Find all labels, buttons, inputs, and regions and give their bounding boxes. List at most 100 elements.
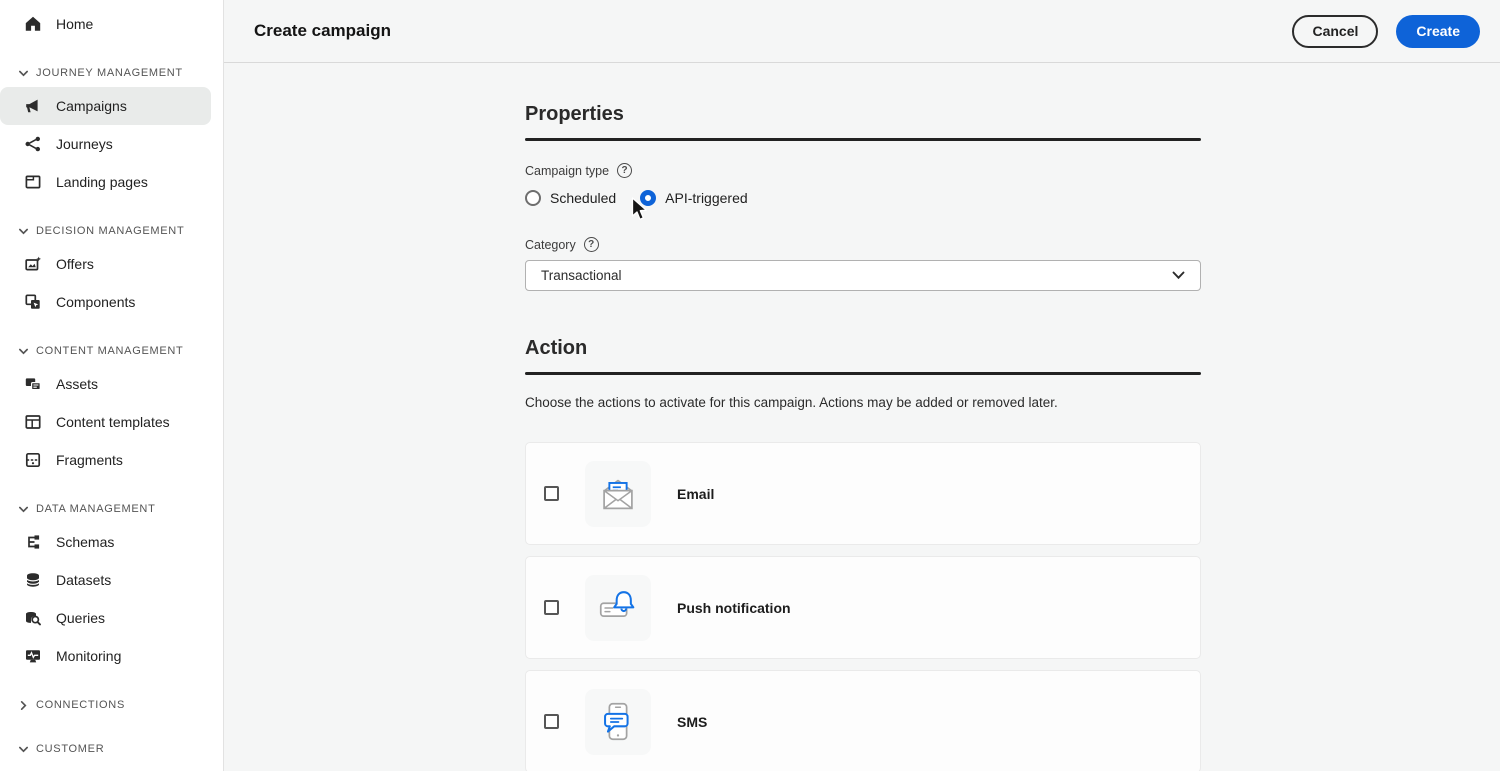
create-button[interactable]: Create — [1396, 15, 1480, 48]
sidebar-item-fragments[interactable]: Fragments — [0, 441, 211, 479]
chevron-right-icon — [17, 699, 29, 711]
sms-checkbox[interactable] — [544, 714, 559, 729]
sidebar-item-label: Content templates — [56, 414, 170, 430]
category-label-row: Category ? — [525, 237, 1201, 252]
sms-icon-tile — [585, 689, 651, 755]
chevron-down-icon — [17, 503, 29, 515]
radio-api-triggered-label[interactable]: API-triggered — [665, 190, 747, 206]
sidebar-item-label: Components — [56, 294, 135, 310]
sidebar-section-data-management[interactable]: DATA MANAGEMENT — [0, 495, 223, 523]
channel-card-sms[interactable]: SMS — [525, 670, 1201, 771]
category-label: Category — [525, 238, 576, 252]
sidebar-item-schemas[interactable]: Schemas — [0, 523, 211, 561]
main-area: Create campaign Cancel Create Properties… — [224, 0, 1500, 771]
sidebar-item-label: Assets — [56, 376, 98, 392]
sidebar-section-connections[interactable]: CONNECTIONS — [0, 691, 223, 719]
sidebar-item-campaigns[interactable]: Campaigns — [0, 87, 211, 125]
sidebar-section-label: CONNECTIONS — [36, 699, 125, 711]
channel-label: Email — [677, 486, 714, 502]
sidebar-item-label: Fragments — [56, 452, 123, 468]
chevron-down-icon — [17, 743, 29, 755]
push-notification-icon — [595, 585, 641, 631]
email-checkbox[interactable] — [544, 486, 559, 501]
chevron-down-icon — [17, 225, 29, 237]
assets-icon — [24, 375, 42, 393]
journeys-icon — [24, 135, 42, 153]
campaigns-icon — [24, 97, 42, 115]
sms-icon — [595, 699, 641, 745]
content-area: Properties Campaign type ? Scheduled API… — [224, 63, 1500, 771]
category-selected-value: Transactional — [541, 268, 622, 283]
components-icon — [24, 293, 42, 311]
topbar-actions: Cancel Create — [1292, 15, 1480, 48]
topbar: Create campaign Cancel Create — [224, 0, 1500, 63]
sidebar-item-monitoring[interactable]: Monitoring — [0, 637, 211, 675]
chevron-down-icon — [17, 67, 29, 79]
sidebar-item-journeys[interactable]: Journeys — [0, 125, 211, 163]
push-icon-tile — [585, 575, 651, 641]
home-icon — [24, 15, 42, 33]
email-icon-tile — [585, 461, 651, 527]
sidebar-item-label: Home — [56, 16, 93, 32]
sidebar-item-components[interactable]: Components — [0, 283, 211, 321]
radio-scheduled[interactable] — [525, 190, 541, 206]
sidebar-item-label: Offers — [56, 256, 94, 272]
email-icon — [595, 471, 641, 517]
action-divider — [525, 372, 1201, 375]
sidebar-item-landing-pages[interactable]: Landing pages — [0, 163, 211, 201]
sidebar: Home JOURNEY MANAGEMENT Campaigns Journe… — [0, 0, 224, 771]
campaign-type-label-row: Campaign type ? — [525, 163, 1201, 178]
page-title: Create campaign — [254, 21, 391, 41]
channel-label: Push notification — [677, 600, 791, 616]
action-heading: Action — [525, 337, 1201, 360]
app-root: Home JOURNEY MANAGEMENT Campaigns Journe… — [0, 0, 1500, 771]
sidebar-item-assets[interactable]: Assets — [0, 365, 211, 403]
chevron-down-icon — [17, 345, 29, 357]
sidebar-section-label: DATA MANAGEMENT — [36, 503, 156, 515]
sidebar-item-datasets[interactable]: Datasets — [0, 561, 211, 599]
monitoring-icon — [24, 647, 42, 665]
schemas-icon — [24, 533, 42, 551]
sidebar-section-label: CUSTOMER — [36, 743, 104, 755]
offers-icon — [24, 255, 42, 273]
radio-api-triggered[interactable] — [640, 190, 656, 206]
sidebar-item-content-templates[interactable]: Content templates — [0, 403, 211, 441]
sidebar-section-content-management[interactable]: CONTENT MANAGEMENT — [0, 337, 223, 365]
channel-card-push[interactable]: Push notification — [525, 556, 1201, 659]
channel-label: SMS — [677, 714, 707, 730]
action-description: Choose the actions to activate for this … — [525, 395, 1201, 410]
chevron-down-icon — [1172, 271, 1185, 280]
sidebar-section-label: DECISION MANAGEMENT — [36, 225, 184, 237]
landing-pages-icon — [24, 173, 42, 191]
sidebar-item-queries[interactable]: Queries — [0, 599, 211, 637]
sidebar-item-label: Monitoring — [56, 648, 121, 664]
sidebar-section-label: CONTENT MANAGEMENT — [36, 345, 183, 357]
datasets-icon — [24, 571, 42, 589]
sidebar-item-label: Journeys — [56, 136, 113, 152]
campaign-type-radio-group: Scheduled API-triggered — [525, 190, 1201, 206]
form-column: Properties Campaign type ? Scheduled API… — [525, 63, 1201, 771]
fragments-icon — [24, 451, 42, 469]
sidebar-section-journey-management[interactable]: JOURNEY MANAGEMENT — [0, 59, 223, 87]
sidebar-item-home[interactable]: Home — [0, 5, 211, 43]
properties-heading: Properties — [525, 63, 1201, 126]
sidebar-item-label: Landing pages — [56, 174, 148, 190]
properties-divider — [525, 138, 1201, 141]
sidebar-section-decision-management[interactable]: DECISION MANAGEMENT — [0, 217, 223, 245]
sidebar-item-label: Schemas — [56, 534, 114, 550]
sidebar-item-label: Campaigns — [56, 98, 127, 114]
category-select[interactable]: Transactional — [525, 260, 1201, 291]
sidebar-section-customer[interactable]: CUSTOMER — [0, 735, 223, 763]
push-checkbox[interactable] — [544, 600, 559, 615]
help-icon[interactable]: ? — [584, 237, 599, 252]
sidebar-item-label: Datasets — [56, 572, 111, 588]
radio-scheduled-label[interactable]: Scheduled — [550, 190, 616, 206]
sidebar-item-offers[interactable]: Offers — [0, 245, 211, 283]
channel-card-email[interactable]: Email — [525, 442, 1201, 545]
queries-icon — [24, 609, 42, 627]
cancel-button[interactable]: Cancel — [1292, 15, 1378, 48]
sidebar-section-label: JOURNEY MANAGEMENT — [36, 67, 183, 79]
help-icon[interactable]: ? — [617, 163, 632, 178]
sidebar-item-label: Queries — [56, 610, 105, 626]
campaign-type-label: Campaign type — [525, 164, 609, 178]
